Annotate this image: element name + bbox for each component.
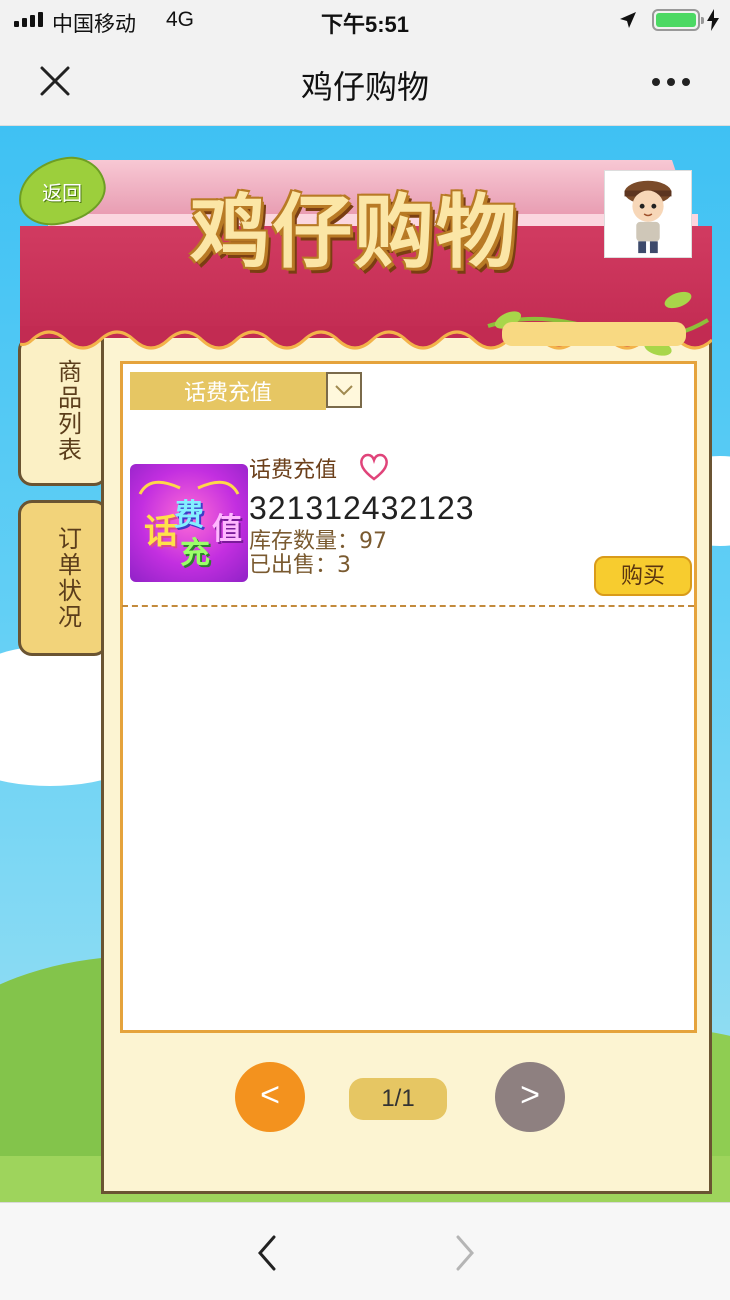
back-label: 返回	[42, 182, 82, 205]
charging-icon	[707, 9, 719, 31]
battery-icon	[652, 9, 704, 31]
product-image-text: 话	[144, 512, 178, 552]
browser-toolbar	[0, 1202, 730, 1300]
chevron-right-icon[interactable]	[450, 1233, 480, 1273]
product-image-text: 值	[212, 512, 242, 547]
status-bar: 中国移动 4G 下午5:51	[0, 0, 730, 40]
category-select[interactable]: 话费充值	[130, 372, 362, 410]
product-sold: 已出售：3	[249, 553, 351, 578]
tab-label: 订单状况	[53, 526, 82, 630]
nav-bar: 鸡仔购物	[0, 40, 730, 126]
prev-page-button[interactable]: <	[235, 1062, 305, 1132]
product-name: 话费充值	[249, 458, 338, 483]
product-stock: 库存数量：97	[249, 529, 387, 554]
webview-content: 商品列表 订单状况 鸡仔购物 返回 话费充值 话 费 充 值 话费充值 3213…	[0, 126, 730, 1202]
chevron-left-icon[interactable]	[252, 1233, 282, 1273]
next-page-button[interactable]: >	[495, 1062, 565, 1132]
buy-button[interactable]: 购买	[594, 556, 692, 596]
avatar[interactable]	[604, 170, 692, 258]
location-icon	[620, 12, 636, 28]
tab-label: 商品列表	[53, 359, 82, 463]
heart-icon[interactable]	[358, 452, 390, 482]
tab-order-status[interactable]: 订单状况	[18, 500, 108, 656]
vine-bar	[502, 322, 686, 346]
category-select-value: 话费充值	[130, 372, 326, 410]
chevron-down-icon[interactable]	[326, 372, 362, 408]
item-divider	[122, 605, 694, 607]
product-image[interactable]: 话 费 充 值	[130, 464, 248, 582]
page-indicator: 1/1	[349, 1078, 447, 1120]
product-list	[120, 361, 697, 1033]
page-title: 鸡仔购物	[300, 69, 429, 105]
product-image-text: 充	[180, 536, 210, 571]
product-code: 321312432123	[249, 490, 475, 526]
shop-title: 鸡仔购物	[190, 186, 518, 279]
more-icon[interactable]	[652, 78, 690, 86]
